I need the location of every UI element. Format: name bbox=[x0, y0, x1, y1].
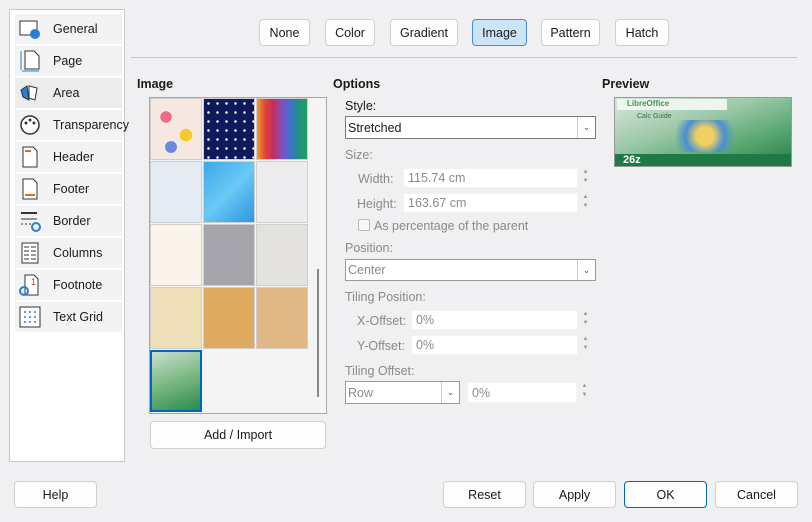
image-tile-pencils[interactable] bbox=[256, 98, 308, 160]
sidebar-item-area[interactable]: Area bbox=[15, 78, 122, 109]
preview-subtitle: Calc Guide bbox=[637, 113, 672, 120]
footnote-icon: 1 bbox=[19, 274, 41, 296]
height-field[interactable]: 163.67 cm bbox=[403, 193, 578, 213]
image-tile-wood[interactable] bbox=[256, 287, 308, 349]
sidebar-item-page[interactable]: Page bbox=[15, 46, 122, 77]
chevron-down-icon: ⌄ bbox=[441, 382, 459, 403]
sidebar-item-footer[interactable]: Footer bbox=[15, 174, 122, 205]
sidebar-item-text-grid[interactable]: Text Grid bbox=[15, 302, 122, 333]
style-value: Stretched bbox=[348, 120, 402, 135]
tiling-offset-mode-value: Row bbox=[348, 385, 374, 400]
tiling-offset-mode-dropdown[interactable]: Row ⌄ bbox=[345, 381, 460, 404]
sidebar-item-header[interactable]: Header bbox=[15, 142, 122, 173]
tab-none[interactable]: None bbox=[259, 19, 310, 46]
header-icon bbox=[19, 146, 41, 168]
image-tile-stone[interactable] bbox=[256, 224, 308, 286]
footer-icon bbox=[19, 178, 41, 200]
columns-icon bbox=[19, 242, 41, 264]
sidebar-item-general[interactable]: General bbox=[15, 14, 122, 45]
gallery-scrollbar[interactable] bbox=[317, 269, 319, 397]
height-label: Height: bbox=[357, 197, 397, 211]
separator bbox=[131, 57, 797, 58]
sidebar-item-footnote[interactable]: 1 Footnote bbox=[15, 270, 122, 301]
tiling-offset-field[interactable]: 0% bbox=[467, 382, 577, 403]
chevron-down-icon: ⌄ bbox=[577, 117, 595, 138]
sidebar-item-columns[interactable]: Columns bbox=[15, 238, 122, 269]
position-label: Position: bbox=[345, 241, 393, 255]
tiling-offset-label: Tiling Offset: bbox=[345, 364, 415, 378]
add-import-button[interactable]: Add / Import bbox=[150, 421, 326, 449]
tiling-position-label: Tiling Position: bbox=[345, 290, 426, 304]
size-label: Size: bbox=[345, 148, 373, 162]
width-field[interactable]: 115.74 cm bbox=[403, 168, 578, 188]
x-offset-label: X-Offset: bbox=[357, 314, 407, 328]
help-button[interactable]: Help bbox=[14, 481, 97, 508]
sidebar-item-transparency[interactable]: Transparency bbox=[15, 110, 129, 141]
tab-hatch[interactable]: Hatch bbox=[615, 19, 669, 46]
image-tile-flowers[interactable] bbox=[150, 98, 202, 160]
style-label: Style: bbox=[345, 99, 377, 113]
image-tile-paper[interactable] bbox=[150, 224, 202, 286]
sidebar-item-border[interactable]: Border bbox=[15, 206, 122, 237]
tab-color[interactable]: Color bbox=[325, 19, 375, 46]
image-heading: Image bbox=[137, 77, 174, 91]
position-value: Center bbox=[348, 263, 386, 277]
cancel-button[interactable]: Cancel bbox=[715, 481, 798, 508]
image-gallery[interactable] bbox=[149, 97, 327, 414]
image-tile-sand[interactable] bbox=[203, 287, 255, 349]
apply-button[interactable]: Apply bbox=[533, 481, 616, 508]
svg-text:1: 1 bbox=[31, 277, 36, 287]
image-tile-marble[interactable] bbox=[256, 161, 308, 223]
tab-pattern[interactable]: Pattern bbox=[541, 19, 600, 46]
area-icon bbox=[19, 82, 41, 104]
tiling-offset-spinner[interactable]: ▲ ▼ bbox=[578, 382, 591, 400]
general-icon bbox=[19, 18, 41, 40]
text-grid-icon bbox=[19, 306, 41, 328]
image-tile-night-sky[interactable] bbox=[203, 98, 255, 160]
height-spinner[interactable]: ▲ ▼ bbox=[579, 193, 592, 211]
preview-number: 26z bbox=[615, 154, 791, 166]
image-tile-parchment[interactable] bbox=[150, 287, 202, 349]
preview-heading: Preview bbox=[602, 77, 650, 91]
preview-image: LibreOffice Calc Guide 26z bbox=[614, 97, 792, 167]
y-offset-spinner[interactable]: ▲ ▼ bbox=[579, 335, 592, 353]
image-tile-water[interactable] bbox=[203, 161, 255, 223]
tab-image[interactable]: Image bbox=[472, 19, 527, 46]
position-dropdown[interactable]: Center ⌄ bbox=[345, 259, 596, 281]
x-offset-field[interactable]: 0% bbox=[411, 310, 578, 330]
y-offset-field[interactable]: 0% bbox=[411, 335, 578, 355]
style-dropdown[interactable]: Stretched ⌄ bbox=[345, 116, 596, 139]
reset-button[interactable]: Reset bbox=[443, 481, 526, 508]
width-spinner[interactable]: ▲ ▼ bbox=[579, 168, 592, 186]
sidebar: General Page Area Transparency Header Fo… bbox=[9, 9, 129, 462]
ok-button[interactable]: OK bbox=[624, 481, 707, 508]
percentage-checkbox[interactable] bbox=[358, 219, 370, 231]
image-tile-concrete[interactable] bbox=[203, 224, 255, 286]
transparency-icon bbox=[19, 114, 41, 136]
width-label: Width: bbox=[358, 172, 394, 186]
image-tile-ice[interactable] bbox=[150, 161, 202, 223]
y-offset-label: Y-Offset: bbox=[357, 339, 405, 353]
percentage-label: As percentage of the parent bbox=[374, 219, 529, 233]
preview-illustration bbox=[665, 120, 745, 152]
border-icon bbox=[19, 210, 41, 232]
preview-logo: LibreOffice bbox=[617, 99, 727, 110]
x-offset-spinner[interactable]: ▲ ▼ bbox=[579, 310, 592, 328]
tab-gradient[interactable]: Gradient bbox=[390, 19, 458, 46]
options-heading: Options bbox=[333, 77, 381, 91]
image-tile-calc-guide-selected[interactable] bbox=[150, 350, 202, 412]
chevron-down-icon: ⌄ bbox=[577, 260, 595, 280]
page-icon bbox=[19, 50, 41, 72]
